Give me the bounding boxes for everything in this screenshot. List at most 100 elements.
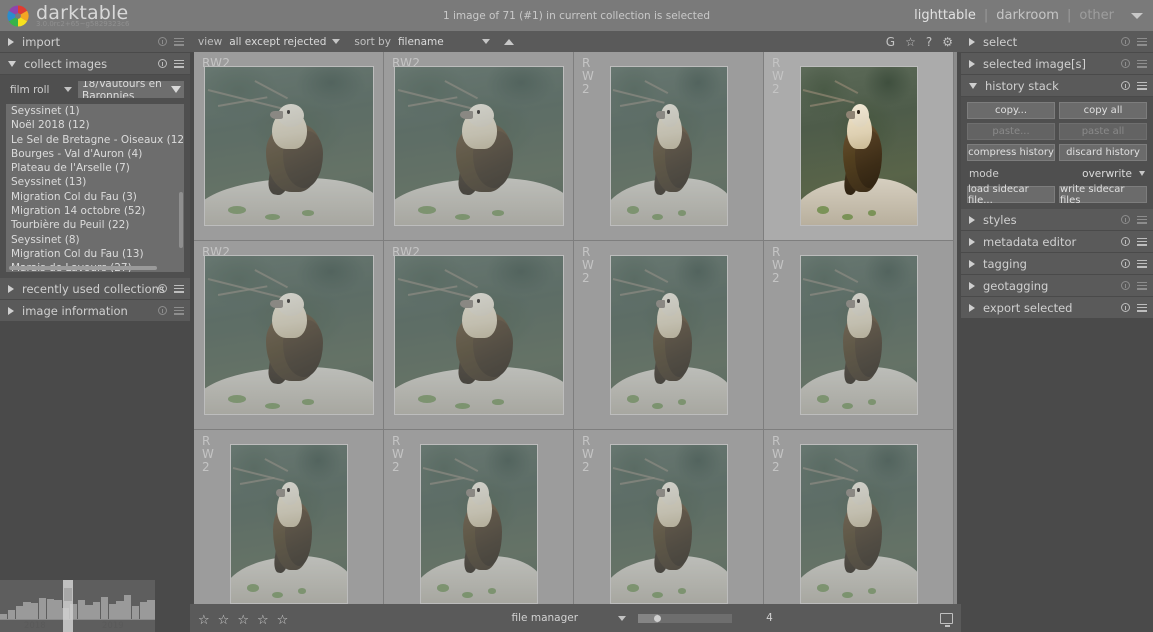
chevron-down-icon[interactable] [332,39,341,44]
module-header-recently-used-collections[interactable]: recently used collections [0,278,190,300]
presets-menu-icon[interactable] [174,284,184,293]
thumbnail-image[interactable] [799,255,918,415]
view-filter-value[interactable]: all except rejected [229,36,326,48]
view-mode-darkroom[interactable]: darkroom [989,8,1066,23]
view-mode-lighttable[interactable]: lighttable [907,8,983,23]
reset-icon[interactable] [1121,281,1130,290]
timeline-range-handle[interactable] [63,580,73,632]
thumbnail-image[interactable] [393,255,564,415]
module-header-styles[interactable]: styles [961,209,1153,231]
reset-icon[interactable] [158,37,167,46]
presets-menu-icon[interactable] [1137,237,1147,246]
module-header-select[interactable]: select [961,31,1153,53]
module-header-metadata-editor[interactable]: metadata editor [961,231,1153,253]
thumbnail-cell[interactable]: RW2 [384,241,574,430]
thumbnail-cell[interactable]: RW2 [194,430,384,604]
vertical-scrollbar[interactable] [179,192,183,248]
film-roll-item[interactable]: Migration Col du Fau (13) [6,247,184,261]
reset-icon[interactable] [1121,59,1130,68]
grouping-icon[interactable]: G [886,35,895,49]
presets-menu-icon[interactable] [174,306,184,315]
collect-criteria-label[interactable]: film roll [6,84,64,96]
chevron-down-icon[interactable] [1139,171,1145,176]
thumbnail-cell[interactable]: RW2 [384,430,574,604]
thumbnail-cell[interactable]: RW2 [194,241,384,430]
sort-by-value[interactable]: filename [398,36,444,48]
star-icon[interactable]: ☆ [198,613,210,628]
thumbnail-cell[interactable]: RW2 [764,241,954,430]
thumbnail-cell[interactable]: RW2 [574,430,764,604]
reset-icon[interactable] [1121,81,1130,90]
module-header-history-stack[interactable]: history stack [961,75,1153,97]
discard-history-button[interactable]: discard history [1059,144,1147,161]
thumbnail-image[interactable] [799,66,918,226]
film-roll-item[interactable]: Bourges - Val d'Auron (4) [6,147,184,161]
thumbnail-image[interactable] [393,66,564,226]
thumbnail-image[interactable] [609,66,728,226]
presets-menu-icon[interactable] [1137,303,1147,312]
chevron-down-icon[interactable] [1131,12,1143,19]
module-header-collect-images[interactable]: collect images [0,53,190,75]
chevron-down-icon[interactable] [618,615,627,621]
monitor-icon[interactable] [940,612,953,627]
film-roll-item[interactable]: Seyssinet (8) [6,233,184,247]
layout-mode-value[interactable]: file manager [512,612,579,624]
reset-icon[interactable] [1121,303,1130,312]
star-icon[interactable]: ☆ [257,613,269,628]
presets-menu-icon[interactable] [1137,281,1147,290]
film-roll-item[interactable]: Noël 2018 (12) [6,118,184,132]
preferences-icon[interactable]: ⚙ [942,35,953,49]
sort-ascending-icon[interactable] [503,38,514,45]
timeline-histogram[interactable]: 2018 2019 [0,580,155,632]
collect-criteria-value[interactable]: 18/Vautours en Baronnies [78,81,184,98]
timeline-handle-knob[interactable] [64,588,72,601]
thumbnail-cell[interactable]: RW2 [194,52,384,241]
module-header-export-selected[interactable]: export selected [961,297,1153,319]
help-icon[interactable]: ? [926,35,932,49]
module-header-image-information[interactable]: image information [0,300,190,322]
thumbnail-cell[interactable]: RW2 [764,430,954,604]
chevron-down-icon[interactable] [64,87,72,92]
thumbnail-image[interactable] [609,255,728,415]
star-icon[interactable]: ☆ [237,613,249,628]
thumbnail-image[interactable] [799,444,918,604]
thumbnail-cell[interactable]: RW2 [764,52,954,241]
reset-icon[interactable] [1121,37,1130,46]
load-sidecar-file-button[interactable]: load sidecar file... [967,184,1055,206]
thumbnail-cell[interactable]: RW2 [384,52,574,241]
star-icon[interactable]: ☆ [277,613,289,628]
presets-menu-icon[interactable] [1137,259,1147,268]
reset-icon[interactable] [1121,259,1130,268]
presets-menu-icon[interactable] [174,59,184,68]
module-header-import[interactable]: import [0,31,190,53]
thumbnail-cell[interactable]: RW2 [574,241,764,430]
horizontal-scrollbar[interactable] [9,266,157,270]
copy-button[interactable]: copy... [967,102,1055,119]
thumbnail-image[interactable] [203,255,374,415]
module-header-selected-images[interactable]: selected image[s] [961,53,1153,75]
compress-history-button[interactable]: compress history [967,144,1055,161]
reset-icon[interactable] [158,59,167,68]
film-roll-item[interactable]: Le Sel de Bretagne - Oiseaux (12) [6,133,184,147]
presets-menu-icon[interactable] [1137,59,1147,68]
star-overlay-icon[interactable]: ☆ [905,35,916,49]
film-roll-item[interactable]: Tourbière du Peuil (22) [6,218,184,232]
reset-icon[interactable] [1121,237,1130,246]
presets-menu-icon[interactable] [1137,215,1147,224]
presets-menu-icon[interactable] [1137,81,1147,90]
module-header-geotagging[interactable]: geotagging [961,275,1153,297]
thumbnail-image[interactable] [203,66,374,226]
thumbnail-image[interactable] [419,444,538,604]
presets-menu-icon[interactable] [1137,37,1147,46]
film-roll-item[interactable]: Plateau de l'Arselle (7) [6,161,184,175]
reset-icon[interactable] [158,306,167,315]
view-mode-other[interactable]: other [1072,8,1121,23]
reset-icon[interactable] [1121,215,1130,224]
zoom-slider[interactable] [638,613,733,623]
thumbnail-grid[interactable]: RW2 RW2 RW2 RW2 RW2 RW2 RW2 RW2 RW2 RW2 RW2 RW2 [194,52,957,604]
module-header-tagging[interactable]: tagging [961,253,1153,275]
film-roll-item[interactable]: Seyssinet (13) [6,175,184,189]
star-icon[interactable]: ☆ [218,613,230,628]
chevron-down-icon[interactable] [481,39,490,44]
thumbnail-image[interactable] [229,444,348,604]
